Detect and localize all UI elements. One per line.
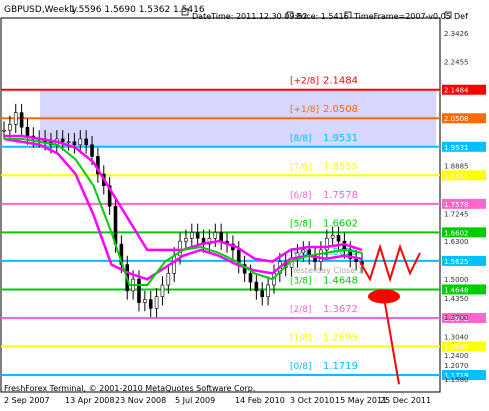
murrey-level-value: 1.4648	[323, 275, 358, 286]
price-candle-body	[330, 235, 335, 239]
y-tick-label: 1.2070	[444, 362, 469, 370]
x-tick-label: 14 Feb 2010	[235, 396, 285, 405]
murrey-axis-value: 1.2695	[444, 344, 469, 352]
price-candle-body	[8, 124, 12, 131]
y-tick-label: 1.7245	[444, 211, 469, 219]
murrey-level-value: 1.7578	[323, 190, 358, 201]
y-tick-label: 1.8885	[444, 163, 469, 171]
price-candle-body	[319, 249, 323, 262]
murrey-level-value: 2.1484	[323, 76, 358, 87]
murrey-level-label: [7/8]	[290, 162, 312, 172]
murrey-axis-value: 1.9531	[444, 144, 469, 152]
price-candle-body	[195, 232, 200, 239]
price-candle-body	[184, 237, 188, 242]
price-candle-body	[25, 126, 30, 137]
murrey-level-value: 2.0508	[323, 104, 358, 115]
y-tick-label: 1.2400	[444, 352, 469, 360]
def-readout: Def	[454, 12, 468, 21]
price-candle-body	[266, 284, 270, 297]
price-candle-body	[213, 232, 218, 239]
murrey-level-value: 1.9531	[323, 133, 358, 144]
price-candle-body	[148, 299, 153, 309]
timeframe-readout: TimeFrame=2007-v0.05	[353, 12, 451, 21]
y-tick-label: 1.1580	[444, 376, 469, 384]
murrey-axis-value: 1.4648	[444, 286, 469, 294]
price-candle-body	[66, 141, 71, 144]
price-candle-body	[254, 281, 259, 292]
price-candle-body	[190, 232, 194, 239]
murrey-axis-value: 2.0508	[444, 115, 469, 123]
x-tick-label: 2 Sep 2007	[4, 396, 50, 405]
y-tick-label: 1.6300	[444, 238, 469, 246]
price-candle-body	[78, 138, 83, 146]
footer-copyright: FreshForex Terminal, © 2001-2010 MetaQuo…	[4, 384, 255, 393]
murrey-level-value: 1.2695	[323, 333, 358, 344]
price-candle-body	[248, 273, 253, 283]
price-readout: Price: 1.5416	[296, 12, 349, 21]
price-candle-body	[219, 232, 223, 242]
murrey-level-label: [8/8]	[290, 134, 312, 144]
murrey-level-value: 1.3672	[323, 304, 358, 315]
price-candle-body	[72, 141, 77, 146]
chart: [+2/8] 2.1484 2.1484 [+1/8] 2.0508 2.0508 [8/8…	[0, 0, 489, 411]
y-tick-label: 1.4350	[444, 295, 469, 303]
price-candle-body	[90, 144, 94, 157]
y-tick-label: 1.5000	[444, 276, 469, 284]
forecast-target-ellipse	[368, 289, 400, 304]
murrey-level-value: 1.1719	[323, 361, 358, 372]
price-candle-body	[137, 278, 141, 303]
datetime-readout: DateTime: 2011.12.30 09:52	[192, 12, 307, 21]
chart-svg: [+2/8] 2.1484 2.1484 [+1/8] 2.0508 2.0508 [8/8…	[0, 0, 489, 411]
murrey-level-label: [+1/8]	[290, 105, 319, 115]
y-tick-label: 2.3426	[444, 30, 469, 38]
x-tick-label: 5 Jul 2009	[175, 396, 215, 405]
murrey-level-label: [1/8]	[290, 334, 312, 344]
murrey-axis-value: 1.8555	[444, 172, 469, 180]
price-candle-body	[166, 273, 171, 286]
y-tick-label: 2.2455	[444, 58, 469, 66]
price-candle-body	[143, 299, 147, 303]
x-tick-label: 23 Nov 2008	[115, 396, 166, 405]
murrey-level-label: [2/8]	[290, 305, 312, 315]
murrey-level-value: 1.6602	[323, 218, 358, 229]
ohlc-readout: 1.5596 1.5690 1.5362 1.5416	[70, 5, 205, 15]
price-candle-body	[19, 112, 24, 128]
price-candle-body	[336, 235, 341, 242]
x-tick-label: 25 Dec 2011	[380, 396, 431, 405]
price-candle-body	[301, 249, 306, 254]
price-candle-body	[172, 255, 176, 274]
x-tick-label: 13 Apr 2008	[65, 396, 114, 405]
x-tick-label: 3 Oct 2010	[290, 396, 334, 405]
murrey-level-label: [0/8]	[290, 362, 312, 372]
murrey-level-label: [3/8]	[290, 276, 312, 286]
price-candle-body	[260, 290, 265, 297]
price-candle-body	[84, 138, 88, 146]
y-tick-label: 1.3040	[444, 333, 469, 341]
price-candle-body	[60, 138, 65, 143]
murrey-level-label: [5/8]	[290, 219, 312, 229]
murrey-axis-value: 2.1484	[444, 87, 469, 95]
murrey-axis-value: 1.5625	[444, 258, 469, 266]
price-candle-body	[160, 284, 165, 297]
price-candle-body	[154, 296, 159, 309]
murrey-level-value: 1.8555	[323, 161, 358, 172]
chart-background	[0, 0, 489, 411]
murrey-level-label: [+2/8]	[290, 77, 319, 87]
murrey-axis-value: 1.6602	[444, 229, 469, 237]
yesterday-close-label: Yesterday Close 1	[291, 266, 363, 275]
murrey-level-label: [6/8]	[290, 191, 312, 201]
chart-title: GBPUSD,Weekly	[4, 5, 78, 15]
price-candle-body	[13, 112, 18, 125]
y-tick-label: 1.3700	[444, 314, 469, 322]
murrey-axis-value: 1.7578	[444, 201, 469, 209]
price-candle-body	[2, 129, 6, 132]
